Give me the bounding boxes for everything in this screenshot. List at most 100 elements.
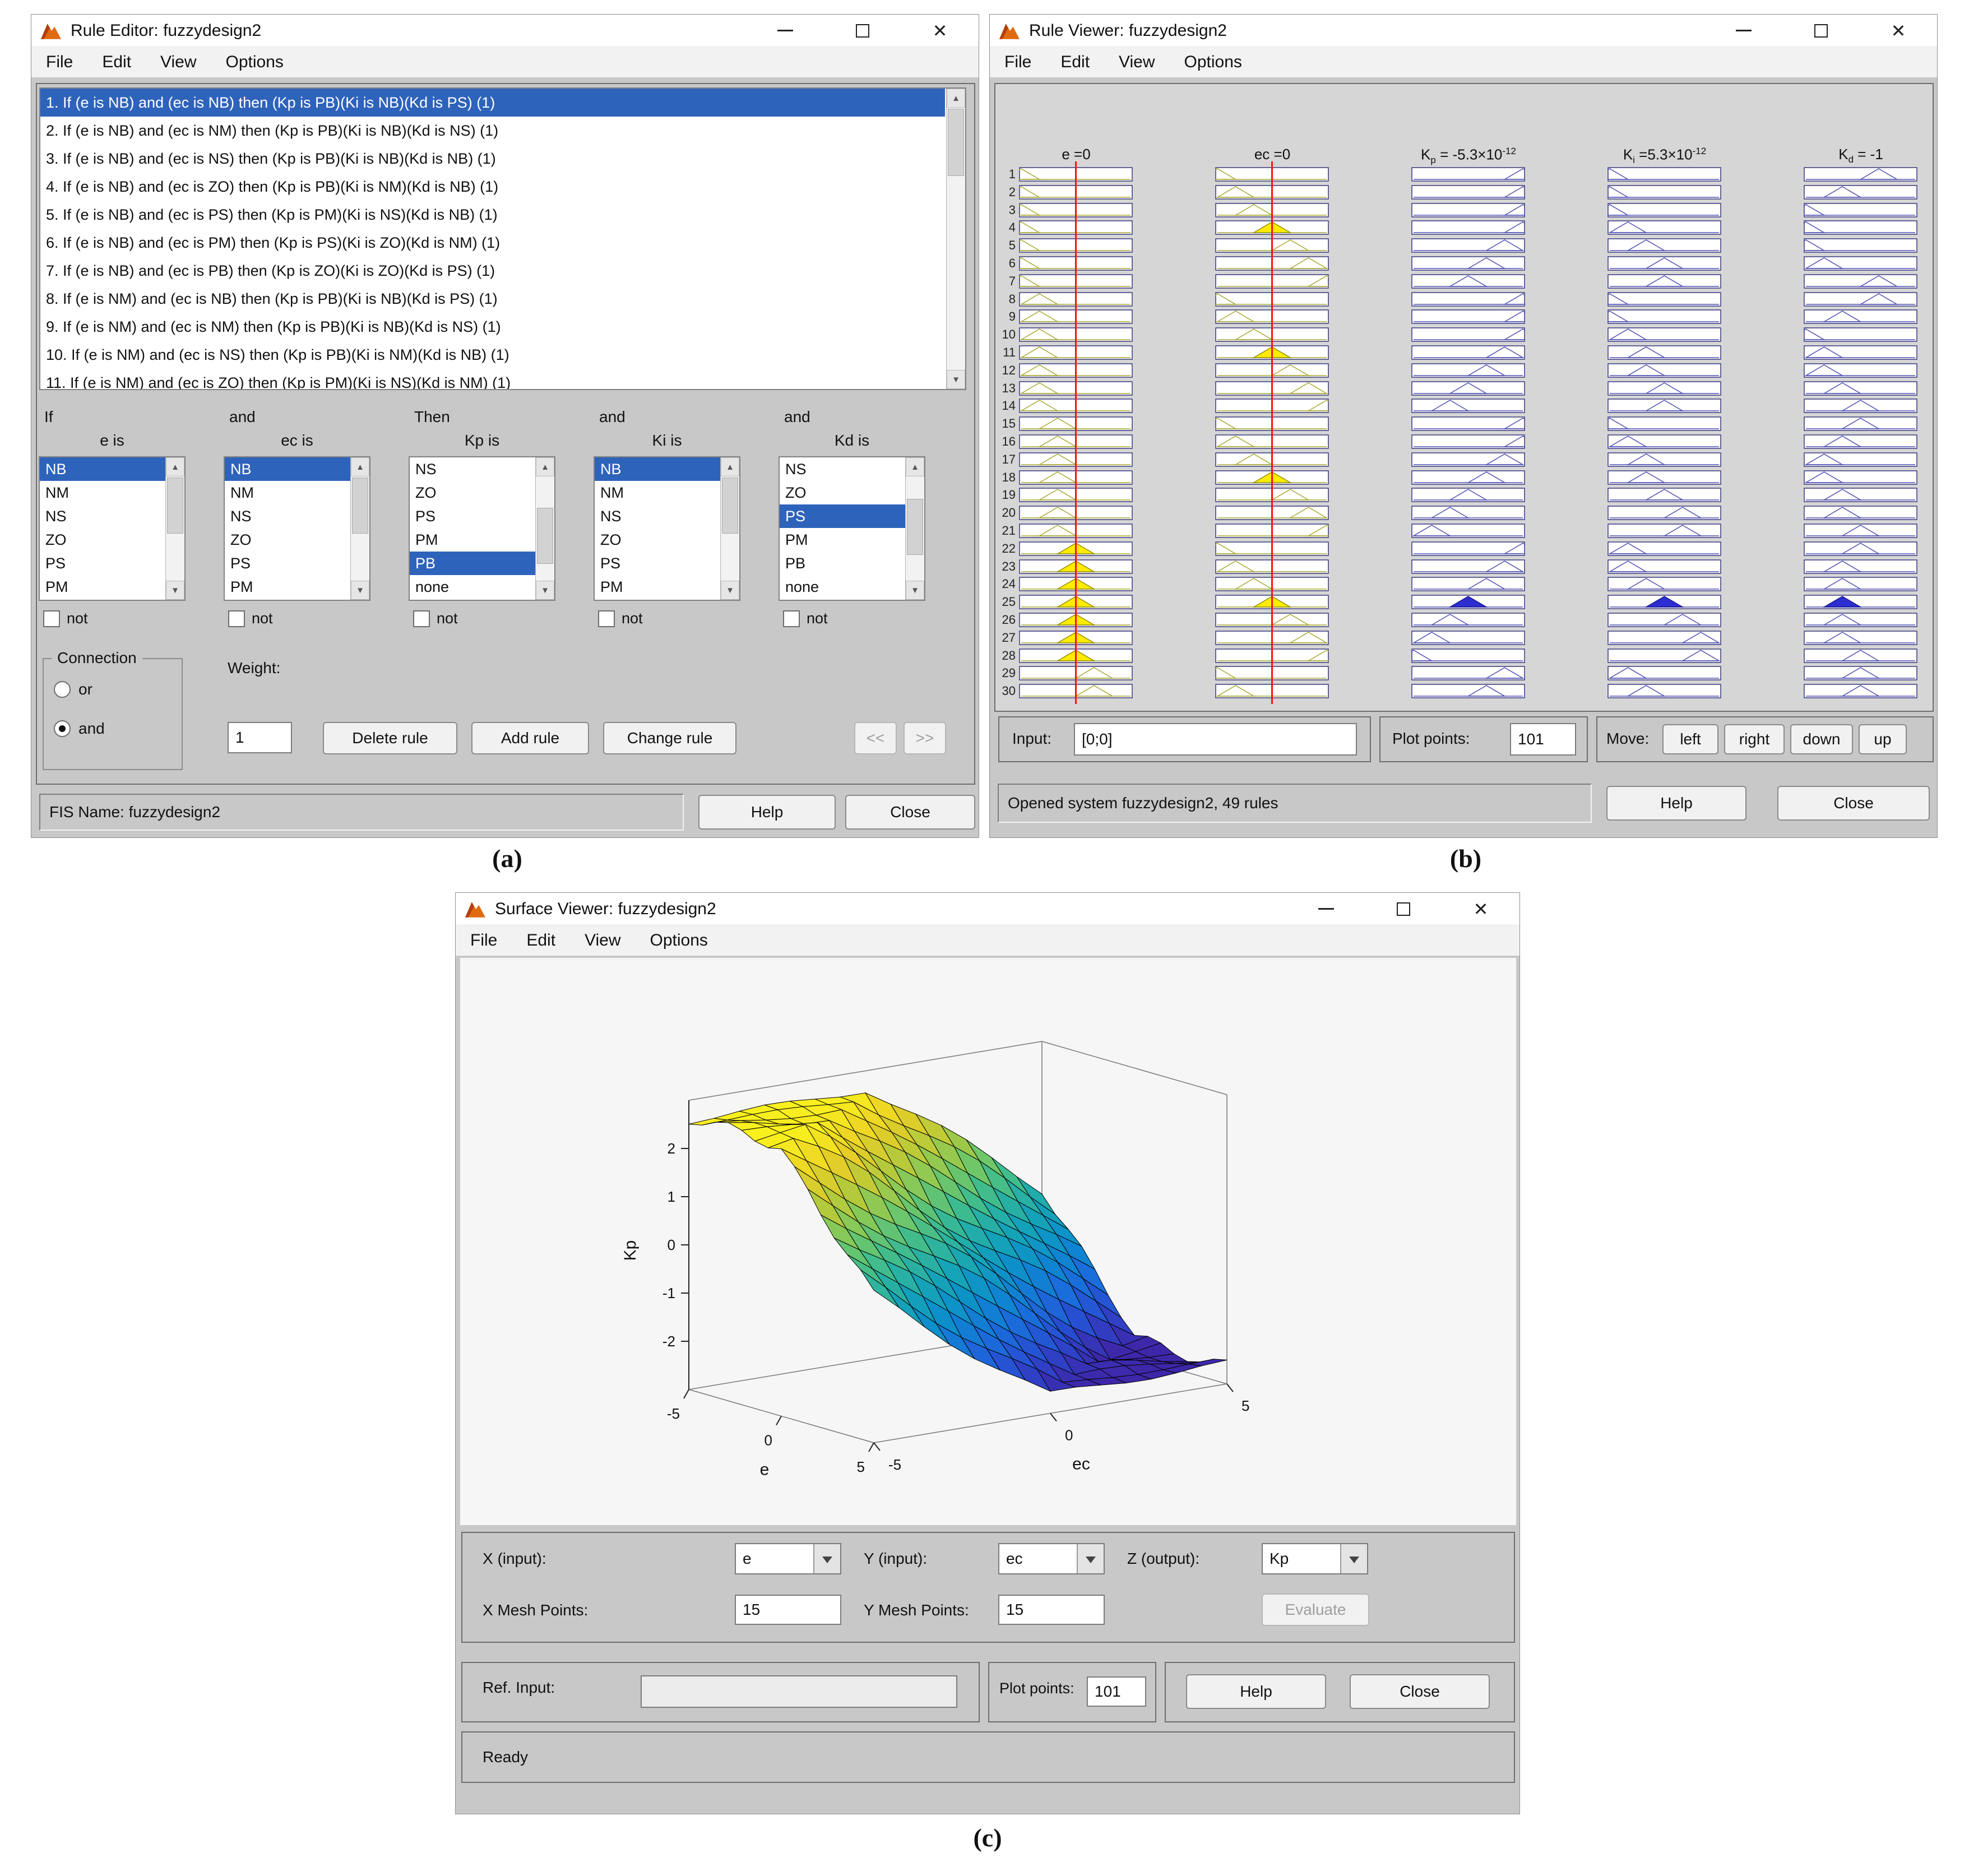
menu-view[interactable]: View (146, 47, 211, 77)
not-checkbox-kd[interactable]: not (783, 610, 828, 627)
listbox-option[interactable]: PS (595, 552, 739, 575)
help-button[interactable]: Help (1186, 1674, 1326, 1709)
chevron-down-icon[interactable] (813, 1544, 840, 1573)
rule-item[interactable]: 5. If (e is NB) and (ec is PS) then (Kp … (40, 201, 945, 229)
y-mesh-field[interactable]: 15 (998, 1595, 1105, 1625)
rule-item[interactable]: 1. If (e is NB) and (ec is NB) then (Kp … (40, 89, 945, 117)
rule-item[interactable]: 2. If (e is NB) and (ec is NM) then (Kp … (40, 117, 945, 145)
scrollbar[interactable]: ▲▼ (720, 457, 739, 600)
input-field[interactable]: [0;0] (1074, 723, 1357, 756)
scroll-up-icon[interactable]: ▲ (536, 457, 554, 476)
radio-icon[interactable] (54, 720, 71, 737)
close-window-button[interactable]: Close (845, 795, 975, 830)
not-checkbox-ki[interactable]: not (598, 610, 643, 627)
checkbox-icon[interactable] (413, 610, 430, 627)
listbox-option[interactable]: NS (40, 504, 184, 528)
chevron-down-icon[interactable] (1077, 1544, 1104, 1573)
delete-rule-button[interactable]: Delete rule (323, 722, 457, 754)
scroll-track[interactable] (721, 476, 739, 581)
plot-points-field[interactable]: 101 (1087, 1676, 1146, 1707)
plot-points-field[interactable]: 101 (1510, 723, 1576, 756)
maximize-button[interactable] (1365, 893, 1442, 925)
listbox-option[interactable]: none (780, 575, 924, 599)
chevron-down-icon[interactable] (1340, 1544, 1367, 1573)
listbox-option[interactable]: NB (595, 457, 739, 481)
scroll-down-icon[interactable]: ▼ (351, 581, 369, 600)
scrollbar[interactable]: ▲▼ (905, 457, 924, 600)
listbox-option[interactable]: PS (225, 552, 369, 575)
listbox-option[interactable]: NM (225, 481, 369, 504)
listbox-option[interactable]: NS (780, 457, 924, 481)
listbox-option[interactable]: ZO (595, 528, 739, 552)
scroll-thumb[interactable] (167, 478, 183, 534)
connection-and-radio[interactable]: and (54, 720, 105, 738)
scroll-up-icon[interactable]: ▲ (721, 457, 739, 476)
scroll-thumb[interactable] (722, 478, 738, 534)
listbox-option[interactable]: PM (780, 528, 924, 552)
listbox-option[interactable]: PM (40, 575, 184, 599)
maximize-button[interactable] (824, 15, 901, 47)
checkbox-icon[interactable] (783, 610, 800, 627)
add-rule-button[interactable]: Add rule (471, 722, 589, 754)
scrollbar[interactable]: ▲▼ (350, 457, 369, 600)
scroll-down-icon[interactable]: ▼ (536, 581, 554, 600)
menu-options[interactable]: Options (636, 925, 722, 956)
scroll-thumb[interactable] (948, 109, 964, 176)
scroll-track[interactable] (906, 476, 924, 581)
menu-view[interactable]: View (570, 925, 635, 956)
listbox-option[interactable]: PM (595, 575, 739, 599)
scroll-down-icon[interactable]: ▼ (947, 370, 965, 389)
mf-listbox-kd[interactable]: NSZOPSPMPBnone ▲▼ (779, 456, 925, 601)
close-window-button[interactable]: Close (1777, 786, 1930, 821)
listbox-option[interactable]: NM (40, 481, 184, 504)
listbox-option[interactable]: NM (595, 481, 739, 504)
connection-or-radio[interactable]: or (54, 680, 92, 698)
scroll-track[interactable] (351, 476, 369, 581)
close-window-button[interactable]: Close (1350, 1674, 1490, 1709)
scroll-thumb[interactable] (352, 478, 368, 534)
not-checkbox-kp[interactable]: not (413, 610, 458, 627)
radio-icon[interactable] (54, 681, 71, 698)
rule-item[interactable]: 7. If (e is NB) and (ec is PB) then (Kp … (40, 257, 945, 285)
listbox-option[interactable]: NB (40, 457, 184, 481)
evaluate-button[interactable]: Evaluate (1262, 1594, 1369, 1626)
menu-edit[interactable]: Edit (87, 47, 146, 77)
checkbox-icon[interactable] (228, 610, 245, 627)
menu-file[interactable]: File (456, 925, 512, 956)
z-output-combo[interactable]: Kp (1262, 1543, 1368, 1574)
scroll-thumb[interactable] (907, 499, 923, 555)
rule-item[interactable]: 11. If (e is NM) and (ec is ZO) then (Kp… (40, 369, 945, 389)
listbox-option[interactable]: PS (40, 552, 184, 575)
rule-item[interactable]: 8. If (e is NM) and (ec is NB) then (Kp … (40, 285, 945, 313)
menu-edit[interactable]: Edit (512, 925, 570, 956)
weight-field[interactable]: 1 (228, 722, 292, 753)
move-down-button[interactable]: down (1790, 724, 1853, 754)
x-input-combo[interactable]: e (735, 1543, 841, 1574)
scroll-track[interactable] (166, 476, 184, 581)
y-input-combo[interactable]: ec (998, 1543, 1105, 1574)
scroll-thumb[interactable] (537, 508, 553, 564)
minimize-button[interactable] (747, 15, 824, 47)
listbox-option[interactable]: PS (780, 504, 924, 528)
close-button[interactable]: ✕ (901, 15, 979, 47)
input-line-ec[interactable] (1271, 161, 1273, 704)
mf-listbox-e[interactable]: NBNMNSZOPSPM ▲▼ (39, 456, 186, 601)
not-checkbox-ec[interactable]: not (228, 610, 273, 627)
listbox-option[interactable]: ZO (225, 528, 369, 552)
scroll-track[interactable] (536, 476, 554, 581)
mf-listbox-ki[interactable]: NBNMNSZOPSPM ▲▼ (594, 456, 740, 601)
rule-item[interactable]: 4. If (e is NB) and (ec is ZO) then (Kp … (40, 173, 945, 201)
scroll-track[interactable] (947, 108, 965, 370)
listbox-option[interactable]: PS (410, 504, 554, 528)
move-right-button[interactable]: right (1724, 724, 1785, 754)
scrollbar[interactable]: ▲▼ (165, 457, 184, 600)
scroll-up-icon[interactable]: ▲ (351, 457, 369, 476)
scroll-up-icon[interactable]: ▲ (906, 457, 924, 476)
move-left-button[interactable]: left (1662, 724, 1718, 754)
listbox-option[interactable]: NB (225, 457, 369, 481)
rule-item[interactable]: 10. If (e is NM) and (ec is NS) then (Kp… (40, 341, 945, 369)
scroll-down-icon[interactable]: ▼ (166, 581, 184, 600)
titlebar[interactable]: Surface Viewer: fuzzydesign2 ✕ (456, 893, 1519, 925)
menu-options[interactable]: Options (211, 47, 298, 77)
checkbox-icon[interactable] (598, 610, 615, 627)
